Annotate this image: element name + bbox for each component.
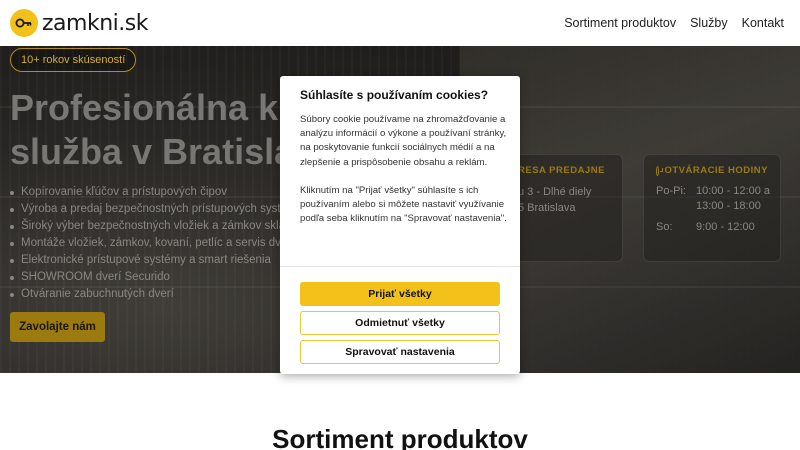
service-label: Montáže vložiek, zámkov, kovaní, petlíc … <box>21 237 304 249</box>
logo-link[interactable]: zamkni.sk <box>10 9 148 37</box>
bullet-icon <box>10 190 14 195</box>
reject-all-button[interactable]: Odmietnuť všetky <box>300 311 500 335</box>
bullet-icon <box>10 258 14 263</box>
service-label: Otváranie zabuchnutých dverí <box>21 288 174 300</box>
service-label: Elektronické prístupové systémy a smart … <box>21 254 271 266</box>
bullet-icon <box>10 207 14 212</box>
nav-item-contact[interactable]: Kontakt <box>742 16 784 30</box>
service-label: SHOWROOM dverí Securido <box>21 271 170 283</box>
logo-text: zamkni.sk <box>42 10 148 36</box>
bullet-icon <box>10 224 14 229</box>
products-section-title: Sortiment produktov <box>272 424 528 450</box>
hours-row: Po-Pi: 10:00 - 12:00 a 13:00 - 18:00 <box>656 184 770 214</box>
hours-title-text: OTVÁRACIE HODINY <box>664 165 768 176</box>
hours-day: So: <box>656 221 673 233</box>
cookie-dialog-title: Súhlasíte s používaním cookies? <box>300 88 489 102</box>
call-us-button[interactable]: Zavolajte nám <box>10 312 105 342</box>
hours-row: So: 9:00 - 12:00 <box>656 220 768 235</box>
experience-badge: 10+ rokov skúseností <box>10 48 137 72</box>
manage-settings-button[interactable]: Spravovať nastavenia <box>300 340 500 364</box>
cookie-consent-dialog: Súhlasíte s používaním cookies? Súbory c… <box>280 76 520 374</box>
cookie-paragraph: Súbory cookie používame na zhromažďovani… <box>300 114 507 168</box>
hours-card-title: OTVÁRACIE HODINY <box>656 165 768 176</box>
cookie-paragraph: Kliknutím na "Prijať všetky" súhlasíte s… <box>300 184 507 225</box>
hero-title-line: Profesionálna kľ <box>10 87 292 128</box>
accept-all-button[interactable]: Prijať všetky <box>300 282 500 306</box>
bullet-icon <box>10 292 14 297</box>
address-line: 5 Bratislava <box>518 202 576 214</box>
site-header: zamkni.sk Sortiment produktov Služby Kon… <box>0 0 800 46</box>
service-label: Široký výber bezpečnostných vložiek a zá… <box>21 220 298 232</box>
hours-day: Po-Pi: <box>656 185 686 197</box>
list-item: Široký výber bezpečnostných vložiek a zá… <box>10 218 304 235</box>
hours-time-part: 13:00 - 18:00 <box>696 200 761 212</box>
opening-hours-card: OTVÁRACIE HODINY Po-Pi: 10:00 - 12:00 a … <box>643 154 781 262</box>
services-list: Kopírovanie kľúčov a prístupových čipov … <box>10 184 304 303</box>
list-item: Montáže vložiek, zámkov, kovaní, petlíc … <box>10 235 304 252</box>
service-label: Výroba a predaj bezpečnostných prístupov… <box>21 203 297 215</box>
list-item: Otváranie zabuchnutých dverí <box>10 286 304 303</box>
list-item: SHOWROOM dverí Securido <box>10 269 304 286</box>
service-label: Kopírovanie kľúčov a prístupových čipov <box>21 186 227 198</box>
hero-title-line: služba v Bratisla <box>10 131 295 172</box>
hours-time: 10:00 - 12:00 a 13:00 - 18:00 <box>696 184 770 214</box>
bullet-icon <box>10 241 14 246</box>
list-item: Kopírovanie kľúčov a prístupových čipov <box>10 184 304 201</box>
clock-icon <box>656 165 665 176</box>
main-nav: Sortiment produktov Služby Kontakt <box>564 16 784 30</box>
hours-time-part: 10:00 - 12:00 a <box>696 185 771 197</box>
hours-time: 9:00 - 12:00 <box>696 221 755 233</box>
key-icon <box>10 9 38 37</box>
nav-item-products[interactable]: Sortiment produktov <box>564 16 676 30</box>
divider <box>280 266 520 267</box>
address-card: RESA PREDAJNE u 3 - Dlhé diely 5 Bratisl… <box>505 154 623 262</box>
list-item: Výroba a predaj bezpečnostných prístupov… <box>10 201 304 218</box>
cookie-dialog-body[interactable]: Súbory cookie používame na zhromažďovani… <box>300 113 510 258</box>
address-line: u 3 - Dlhé diely <box>518 186 592 198</box>
bullet-icon <box>10 275 14 280</box>
address-card-title: RESA PREDAJNE <box>518 165 605 176</box>
list-item: Elektronické prístupové systémy a smart … <box>10 252 304 269</box>
nav-item-services[interactable]: Služby <box>690 16 728 30</box>
cookie-dialog-header: Súhlasíte s používaním cookies? <box>280 76 520 102</box>
